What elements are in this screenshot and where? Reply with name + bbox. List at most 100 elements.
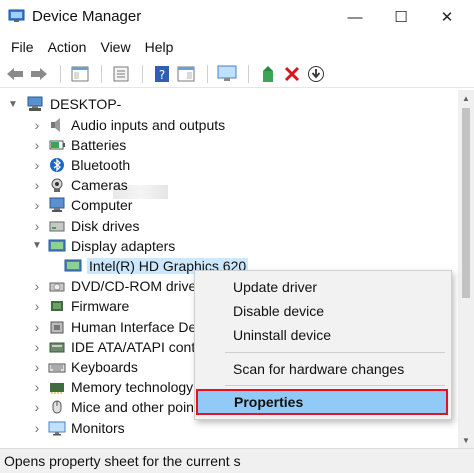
toolbar-separator: [142, 64, 143, 83]
tree-category-item[interactable]: › Monitors: [0, 418, 458, 438]
tree-root[interactable]: ▼ DESKTOP-: [0, 94, 458, 114]
update-driver-icon: [263, 65, 273, 82]
minimize-icon: —: [347, 8, 363, 26]
update-driver-menu-item[interactable]: Update driver: [195, 275, 451, 299]
download-icon: [308, 65, 324, 82]
tree-item-label: Batteries: [71, 136, 127, 153]
monitor-icon: [48, 421, 66, 435]
tree-item-label: Computer: [71, 197, 133, 214]
display-adapter-icon: [64, 259, 82, 272]
chevron-right-icon[interactable]: ›: [32, 117, 42, 133]
disk-drive-icon: [49, 221, 65, 231]
chevron-right-icon[interactable]: ›: [32, 137, 42, 153]
tree-category-item[interactable]: › Computer: [0, 195, 458, 215]
disable-device-menu-item[interactable]: Disable device: [195, 299, 451, 323]
menu-separator: [225, 385, 445, 386]
tree-item-label: DVD/CD-ROM drives: [71, 278, 204, 295]
scan-hardware-menu-item[interactable]: Scan for hardware changes: [195, 357, 451, 381]
menu-file[interactable]: File: [4, 39, 41, 55]
uninstall-toolbar-button[interactable]: [281, 63, 303, 85]
ide-icon: [49, 342, 65, 353]
tree-category-item[interactable]: › Disk drives: [0, 216, 458, 236]
chevron-right-icon[interactable]: ›: [32, 298, 42, 314]
update-driver-toolbar-button[interactable]: [257, 63, 279, 85]
title-bar: Device Manager — ☐ ✕: [0, 0, 474, 34]
scan-hardware-button[interactable]: [216, 63, 238, 85]
tree-item-label: Audio inputs and outputs: [71, 116, 226, 133]
tree-item-label: Firmware: [71, 298, 130, 315]
properties-toolbar-button[interactable]: [110, 63, 132, 85]
toolbar-separator: [101, 64, 102, 83]
tree-category-item[interactable]: › Audio inputs and outputs: [0, 115, 458, 135]
menu-view[interactable]: View: [93, 39, 137, 55]
forward-button[interactable]: [28, 63, 50, 85]
chevron-right-icon[interactable]: ›: [32, 197, 42, 213]
bluetooth-icon: [50, 157, 64, 172]
menu-action[interactable]: Action: [41, 39, 94, 55]
display-adapter-icon: [48, 239, 66, 252]
chevron-right-icon[interactable]: ›: [32, 399, 42, 415]
keyboard-icon: [48, 363, 66, 373]
toolbar: ?: [0, 60, 474, 88]
action-pane-button[interactable]: [175, 63, 197, 85]
help-toolbar-button[interactable]: ?: [151, 63, 173, 85]
tree-item-label: Keyboards: [71, 358, 138, 375]
hid-icon: [50, 321, 64, 333]
properties-sheet-icon: [113, 66, 129, 81]
chevron-right-icon[interactable]: ›: [32, 319, 42, 335]
tree-item-label: Monitors: [71, 419, 125, 436]
chevron-right-icon[interactable]: ›: [32, 339, 42, 355]
chevron-down-icon[interactable]: ▼: [8, 99, 18, 110]
battery-icon: [49, 140, 65, 150]
memory-icon: [50, 383, 64, 395]
tree-category-item[interactable]: › Batteries: [0, 135, 458, 155]
svg-text:?: ?: [159, 68, 165, 82]
chevron-right-icon[interactable]: ›: [32, 157, 42, 173]
menu-help[interactable]: Help: [138, 39, 181, 55]
tree-root-label: DESKTOP-: [50, 96, 122, 112]
help-icon: ?: [155, 65, 169, 82]
back-button[interactable]: [4, 63, 26, 85]
tree-category-item[interactable]: ▼ Display adapters: [0, 236, 458, 256]
firmware-icon: [51, 301, 63, 312]
computer-icon: [49, 197, 65, 213]
chevron-right-icon[interactable]: ›: [32, 359, 42, 375]
chevron-right-icon[interactable]: ›: [32, 278, 42, 294]
speaker-icon: [51, 117, 60, 132]
toolbar-separator: [207, 64, 208, 83]
status-bar: Opens property sheet for the current s: [0, 448, 474, 473]
properties-menu-item[interactable]: Properties: [196, 389, 448, 415]
console-tree-icon: [71, 66, 89, 81]
minimize-button[interactable]: —: [332, 0, 378, 34]
tree-category-item[interactable]: › Bluetooth: [0, 155, 458, 175]
dvd-icon: [49, 282, 65, 292]
tree-item-label: Bluetooth: [71, 156, 131, 173]
chevron-right-icon[interactable]: ›: [32, 177, 42, 193]
scroll-down-icon[interactable]: ▼: [458, 432, 474, 448]
scroll-up-icon[interactable]: ▲: [458, 90, 474, 106]
context-menu: Update driver Disable device Uninstall d…: [194, 270, 452, 420]
toolbar-separator: [248, 64, 249, 83]
menu-separator: [225, 352, 445, 353]
menu-bar: File Action View Help: [0, 34, 474, 60]
chevron-right-icon[interactable]: ›: [32, 218, 42, 234]
close-icon: ✕: [440, 9, 454, 26]
chevron-down-icon[interactable]: ▼: [32, 240, 42, 251]
tree-category-item[interactable]: › Cameras: [0, 175, 458, 195]
vertical-scrollbar[interactable]: ▲ ▼: [458, 90, 474, 448]
monitor-icon: [217, 65, 237, 81]
chevron-right-icon[interactable]: ›: [32, 379, 42, 395]
forward-arrow-icon: [31, 67, 47, 80]
close-button[interactable]: ✕: [424, 0, 470, 34]
uninstall-device-menu-item[interactable]: Uninstall device: [195, 323, 451, 347]
tree-item-label: Disk drives: [71, 217, 140, 234]
maximize-button[interactable]: ☐: [378, 0, 424, 34]
tree-item-label: Display adapters: [71, 237, 176, 254]
chevron-right-icon[interactable]: ›: [32, 420, 42, 436]
enable-device-toolbar-button[interactable]: [305, 63, 327, 85]
scrollbar-thumb[interactable]: [462, 108, 470, 298]
computer-icon: [27, 96, 43, 111]
toolbar-separator: [60, 64, 61, 83]
tree-item-label: Cameras: [71, 177, 128, 194]
show-hide-console-tree-button[interactable]: [69, 63, 91, 85]
